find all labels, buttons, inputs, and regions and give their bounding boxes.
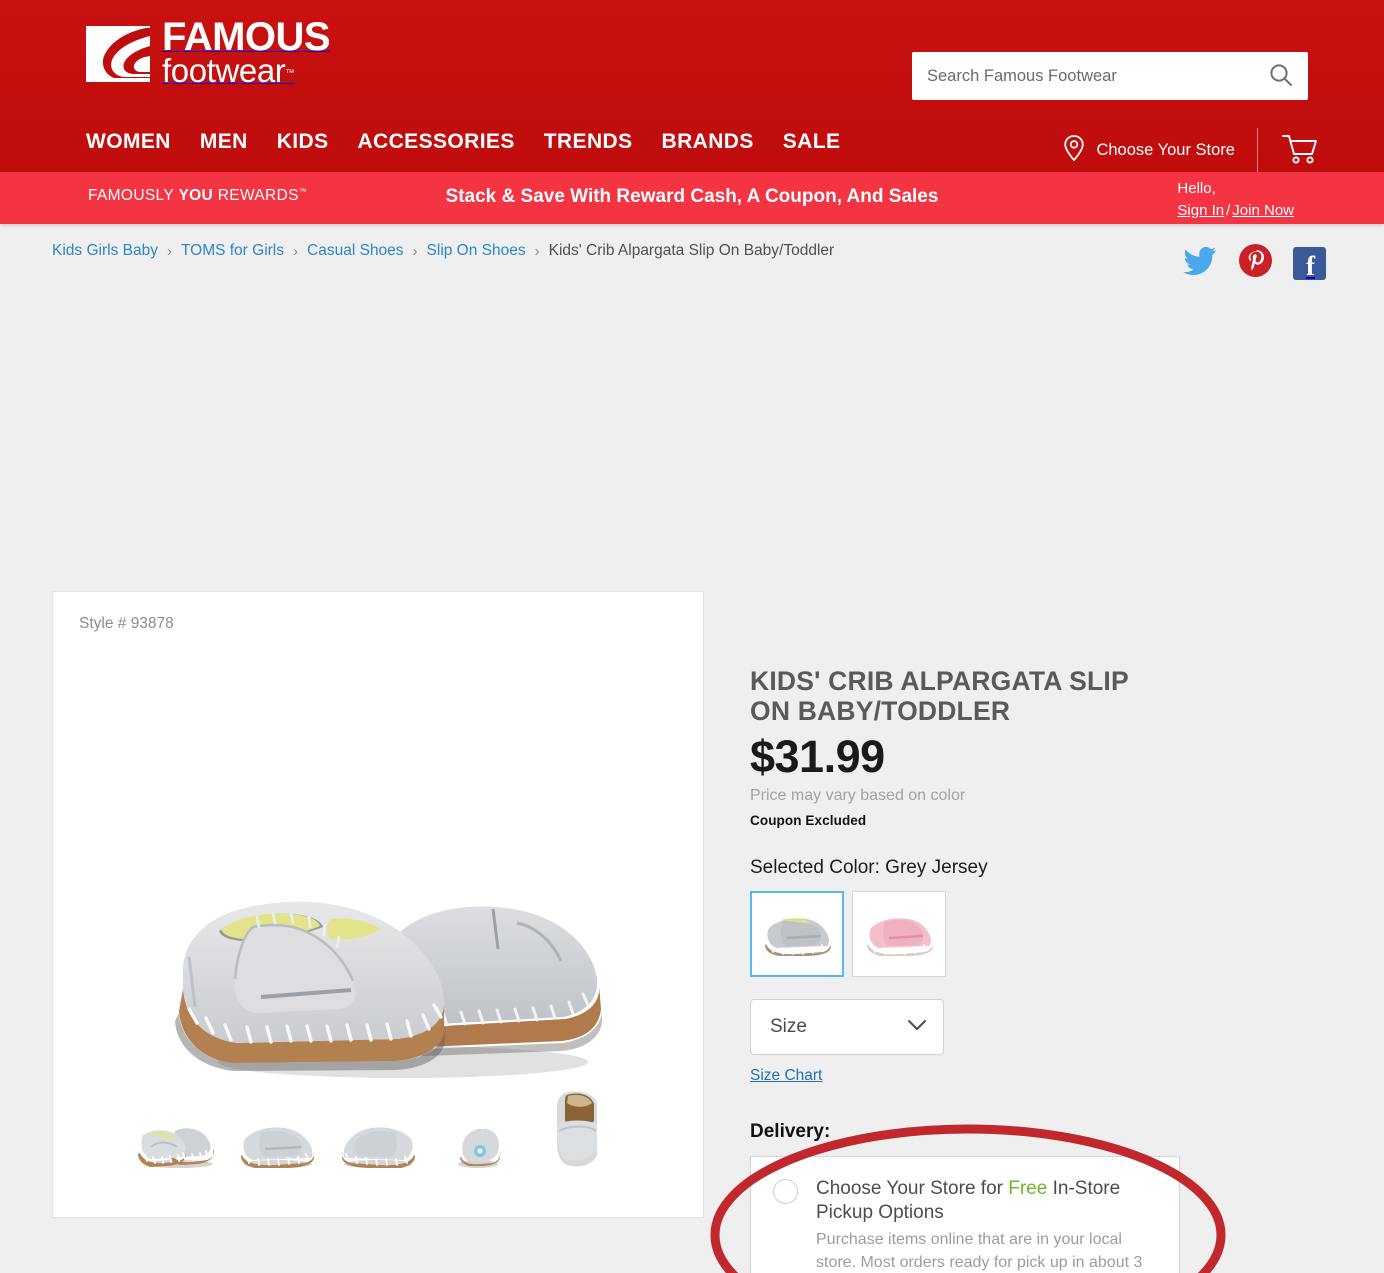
join-now-link[interactable]: Join Now xyxy=(1232,202,1294,219)
free-highlight: Free xyxy=(1008,1177,1048,1199)
breadcrumb-separator-0: › xyxy=(166,242,172,260)
account-area: Hello, Sign In / Join Now xyxy=(1177,178,1294,222)
breadcrumb-row: Kids Girls Baby › TOMS for Girls › Casua… xyxy=(0,224,1384,282)
logo-wordmark: FAMOUS footwear™ xyxy=(162,17,331,89)
site-header: FAMOUS footwear™ WOMEN MEN KIDS ACCESSOR… xyxy=(0,0,1384,172)
choose-your-store-button[interactable]: Choose Your Store xyxy=(1063,134,1257,167)
nav-item-brands[interactable]: BRANDS xyxy=(662,130,754,154)
product-price: $31.99 xyxy=(750,731,885,783)
social-share-row: f xyxy=(1183,244,1326,282)
price-variation-note: Price may vary based on color xyxy=(750,786,966,804)
nav-item-women[interactable]: WOMEN xyxy=(86,130,171,154)
breadcrumb: Kids Girls Baby › TOMS for Girls › Casua… xyxy=(52,242,834,260)
breadcrumb-item-3[interactable]: Slip On Shoes xyxy=(427,242,526,260)
site-logo[interactable]: FAMOUS footwear™ xyxy=(84,17,331,89)
thumbnail-4[interactable] xyxy=(534,1091,622,1171)
thumbnail-1[interactable] xyxy=(234,1097,322,1171)
breadcrumb-item-current: Kids' Crib Alpargata Slip On Baby/Toddle… xyxy=(548,242,835,259)
product-hero-image[interactable] xyxy=(153,857,623,1087)
cart-button[interactable] xyxy=(1258,133,1318,168)
thumbnail-3[interactable] xyxy=(434,1097,522,1171)
rewards-message: Stack & Save With Reward Cash, A Coupon,… xyxy=(445,186,939,207)
chevron-down-icon xyxy=(907,1016,927,1038)
shopping-cart-icon xyxy=(1282,133,1318,168)
twitter-share-button[interactable] xyxy=(1183,246,1217,280)
breadcrumb-item-2[interactable]: Casual Shoes xyxy=(307,242,404,260)
search-input[interactable] xyxy=(912,66,1254,86)
search-icon xyxy=(1268,62,1294,91)
nav-item-kids[interactable]: KIDS xyxy=(277,130,329,154)
size-select-value: Size xyxy=(770,1015,807,1037)
search-bar[interactable] xyxy=(912,52,1308,100)
nav-item-men[interactable]: MEN xyxy=(200,130,248,154)
nav-item-trends[interactable]: TRENDS xyxy=(544,130,633,154)
nav-item-accessories[interactable]: ACCESSORIES xyxy=(357,130,514,154)
pinterest-icon xyxy=(1238,244,1272,282)
breadcrumb-separator-2: › xyxy=(412,242,418,260)
in-store-pickup-description: Purchase items online that are in your l… xyxy=(816,1230,1143,1271)
thumbnail-2[interactable] xyxy=(334,1097,422,1171)
primary-navigation: WOMEN MEN KIDS ACCESSORIES TRENDS BRANDS… xyxy=(86,130,840,154)
rewards-banner: FAMOUSLY YOU REWARDS™ Stack & Save With … xyxy=(0,172,1384,224)
breadcrumb-separator-3: › xyxy=(534,242,540,260)
logo-tm: ™ xyxy=(285,67,295,78)
sign-in-link[interactable]: Sign In xyxy=(1177,202,1224,219)
size-select[interactable]: Size xyxy=(750,998,944,1055)
facebook-glyph: f xyxy=(1306,251,1315,281)
map-pin-icon xyxy=(1063,134,1085,167)
choose-your-store-label: Choose Your Store xyxy=(1096,140,1235,159)
product-title: Kids' Crib Alpargata Slip On Baby/Toddle… xyxy=(750,666,1129,726)
in-store-pickup-title-pre: Choose Your Store for xyxy=(816,1177,1009,1199)
hello-label: Hello, xyxy=(1177,180,1216,197)
thumbnail-0[interactable] xyxy=(134,1097,222,1171)
product-info: Kids' Crib Alpargata Slip On Baby/Toddle… xyxy=(750,666,1310,1273)
twitter-icon xyxy=(1183,246,1217,281)
swatch-pink[interactable] xyxy=(852,890,946,977)
delivery-option-in-store-pickup[interactable]: Choose Your Store for Free In-Store Pick… xyxy=(750,1155,1180,1273)
swatch-grey-jersey[interactable] xyxy=(750,890,844,977)
breadcrumb-item-1[interactable]: TOMS for Girls xyxy=(181,242,284,260)
famous-footwear-logo-icon xyxy=(84,22,152,86)
style-number: Style # 93878 xyxy=(79,615,174,632)
header-utilities: Choose Your Store xyxy=(1063,128,1318,172)
selected-color-label: Selected Color: Grey Jersey xyxy=(750,856,988,878)
breadcrumb-item-0[interactable]: Kids Girls Baby xyxy=(52,242,158,260)
color-swatch-list xyxy=(750,890,1310,977)
breadcrumb-separator-1: › xyxy=(293,242,299,260)
delivery-heading: Delivery: xyxy=(750,1120,831,1142)
product-gallery: Style # 93878 xyxy=(52,591,704,1218)
radio-in-store-pickup[interactable] xyxy=(773,1178,798,1204)
coupon-excluded-note: Coupon Excluded xyxy=(750,812,867,828)
nav-item-sale[interactable]: SALE xyxy=(783,130,841,154)
logo-footwear-text: footwear xyxy=(162,51,286,89)
facebook-icon: f xyxy=(1305,253,1315,280)
pinterest-share-button[interactable] xyxy=(1238,244,1272,282)
size-chart-link[interactable]: Size Chart xyxy=(750,1067,822,1085)
facebook-share-button[interactable]: f xyxy=(1293,246,1326,280)
search-button[interactable] xyxy=(1254,52,1308,100)
in-store-pickup-title: Choose Your Store for Free In-Store Pick… xyxy=(816,1177,1157,1226)
thumbnail-strip xyxy=(53,1091,703,1171)
